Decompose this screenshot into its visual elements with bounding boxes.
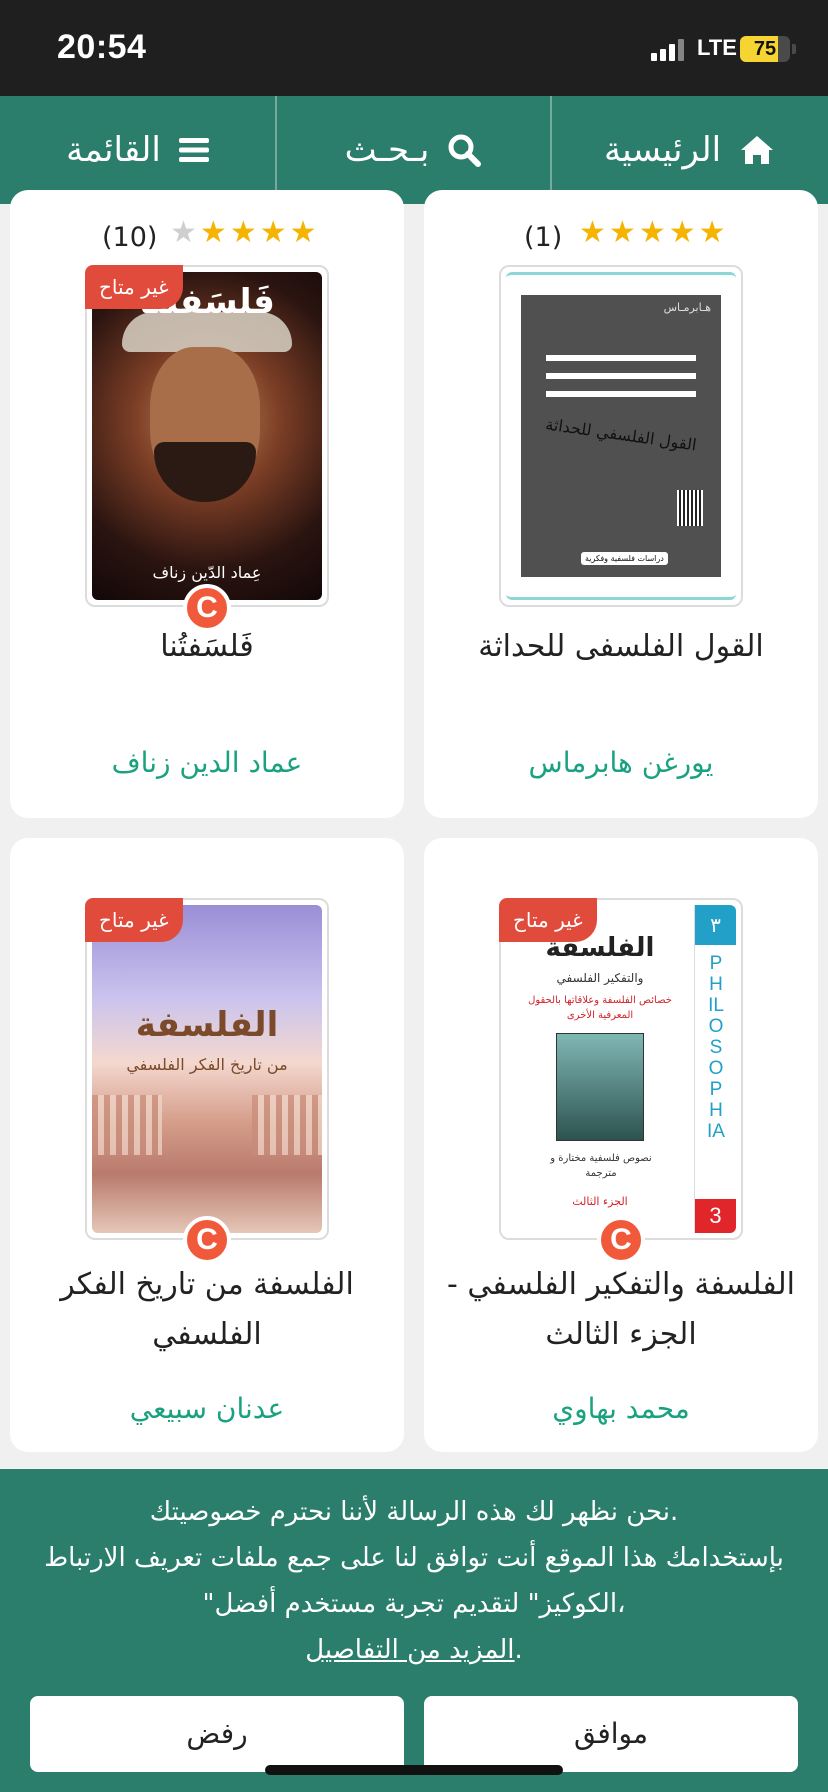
cover-header: هـابرمـاس xyxy=(663,301,711,314)
cover-number: 3 xyxy=(695,1199,736,1233)
cookie-line: بإستخدامك هذا الموقع أنت توافق لنا على ج… xyxy=(44,1543,784,1573)
reject-button[interactable]: رفض xyxy=(30,1696,404,1772)
book-card[interactable]: ★ ★ ★ ★ ★ (1) هـابرمـاس القول الفلسفي للحداث… xyxy=(424,190,818,818)
star-icon: ★ xyxy=(289,215,317,250)
cover-title: القول الفلسفي للحداثة xyxy=(544,414,698,455)
nav-divider xyxy=(275,96,277,204)
book-title[interactable]: فَلسَفتُنا xyxy=(17,622,397,672)
book-title[interactable]: الفلسفة من تاريخ الفكر الفلسفي xyxy=(17,1260,397,1360)
book-author[interactable]: عدنان سبيعي xyxy=(17,1392,397,1425)
book-cover[interactable]: ٣ PHILOSOPHIA 3 الفلسفة والتفكير الفلسفي… xyxy=(499,898,743,1240)
star-icon: ★ xyxy=(199,215,227,250)
book-card[interactable]: الفلسفة من تاريخ الفكر الفلسفي غير متاح … xyxy=(10,838,404,1452)
cover-subtitle: والتفكير الفلسفي xyxy=(556,971,644,985)
rating-count: (10) xyxy=(102,222,158,253)
nav-divider xyxy=(550,96,552,204)
cookie-message: نحن نظهر لك هذه الرسالة لأننا نحترم خصوص… xyxy=(10,1489,818,1673)
book-title[interactable]: القول الفلسفى للحداثة xyxy=(431,622,811,672)
publisher-logo-icon: C xyxy=(597,1216,645,1264)
nav-search[interactable]: بـحـث xyxy=(276,96,550,204)
battery-tip xyxy=(792,44,796,54)
cover-footer: دراسات فلسفية وفكرية xyxy=(581,552,668,565)
network-type: LTE xyxy=(697,35,737,60)
unavailable-badge: غير متاح xyxy=(499,898,597,942)
menu-icon xyxy=(178,138,209,162)
nav-home[interactable]: الرئيسية xyxy=(551,96,828,204)
star-icon: ★ xyxy=(698,215,726,250)
home-indicator[interactable] xyxy=(265,1765,563,1775)
star-icon: ★ xyxy=(608,215,636,250)
unavailable-badge: غير متاح xyxy=(85,265,183,309)
nav-menu[interactable]: القائمة xyxy=(0,96,275,204)
cover-texts: نصوص فلسفية مختارة و مترجمة xyxy=(550,1153,652,1179)
star-icon: ★ xyxy=(638,215,666,250)
signal-icon xyxy=(651,39,685,61)
book-author[interactable]: يورغن هابرماس xyxy=(431,746,811,779)
star-icon: ★ xyxy=(170,215,197,250)
search-icon xyxy=(448,134,482,167)
book-cover[interactable]: الفلسفة من تاريخ الفكر الفلسفي غير متاح xyxy=(85,898,329,1240)
top-nav: الرئيسية بـحـث القائمة xyxy=(0,96,828,204)
status-time: 20:54 xyxy=(57,28,147,66)
book-card[interactable]: ٣ PHILOSOPHIA 3 الفلسفة والتفكير الفلسفي… xyxy=(424,838,818,1452)
publisher-logo-icon: C xyxy=(183,1216,231,1264)
book-author[interactable]: محمد بهاوي xyxy=(431,1392,811,1425)
battery-percent: 75 xyxy=(753,38,777,60)
book-cover[interactable]: فَلسَفتُنا عِماد الدّين زناف غير متاح xyxy=(85,265,329,607)
cookie-details-link[interactable]: المزيد من التفاصيل xyxy=(305,1635,514,1665)
nav-search-label: بـحـث xyxy=(344,130,430,170)
cookie-line: "الكوكيز" لتقديم تجربة مستخدم أفضل، xyxy=(202,1589,626,1619)
book-cover[interactable]: هـابرمـاس القول الفلسفي للحداثة دراسات ف… xyxy=(499,265,743,607)
rating-count: (1) xyxy=(524,222,563,253)
star-icon: ★ xyxy=(229,215,257,250)
cover-title: الفلسفة xyxy=(135,1005,279,1045)
rating-stars: ★ ★ ★ ★ ★ xyxy=(170,218,317,248)
accept-button[interactable]: موافق xyxy=(424,1696,798,1772)
unavailable-badge: غير متاح xyxy=(85,898,183,942)
star-icon: ★ xyxy=(259,215,287,250)
nav-menu-label: القائمة xyxy=(66,130,161,170)
star-icon: ★ xyxy=(579,215,606,250)
cookie-banner: نحن نظهر لك هذه الرسالة لأننا نحترم خصوص… xyxy=(0,1469,828,1792)
book-title[interactable]: الفلسفة والتفكير الفلسفي - الجزء الثالث xyxy=(431,1260,811,1360)
star-icon: ★ xyxy=(668,215,696,250)
status-bar: 20:54 LTE 75 xyxy=(0,0,828,96)
cover-author: عِماد الدّين زناف xyxy=(152,563,262,582)
home-icon xyxy=(741,136,774,164)
book-card[interactable]: ★ ★ ★ ★ ★ (10) فَلسَفتُنا عِماد الدّين زناف … xyxy=(10,190,404,818)
cover-red-text: خصائص الفلسفة وعلاقاتها بالحقول المعرفية… xyxy=(528,995,672,1021)
cover-subtitle: من تاريخ الفكر الفلسفي xyxy=(126,1055,288,1074)
nav-home-label: الرئيسية xyxy=(603,130,722,170)
battery-icon: 75 xyxy=(740,36,790,62)
cover-side-text: PHILOSOPHIA xyxy=(707,953,725,1142)
book-author[interactable]: عماد الدين زناف xyxy=(17,746,397,779)
cookie-line: نحن نظهر لك هذه الرسالة لأننا نحترم خصوص… xyxy=(149,1497,679,1527)
cover-part: الجزء الثالث xyxy=(572,1195,628,1208)
rating-stars: ★ ★ ★ ★ ★ xyxy=(579,218,726,248)
